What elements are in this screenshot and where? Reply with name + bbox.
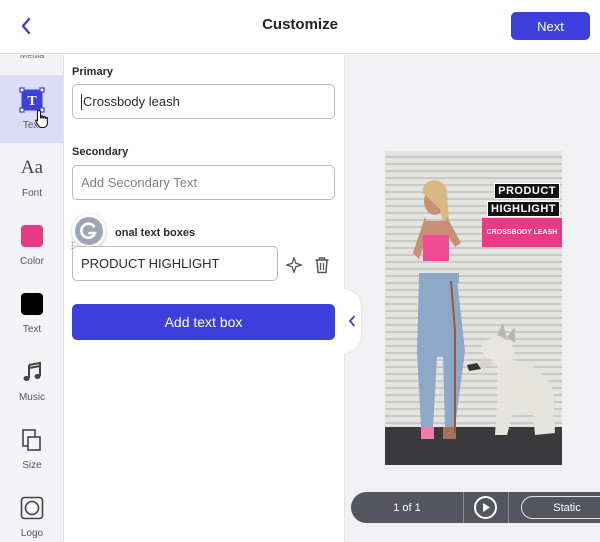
color-swatch xyxy=(19,223,45,249)
static-mode-toggle[interactable]: Static xyxy=(521,496,600,519)
secondary-placeholder: Add Secondary Text xyxy=(81,175,198,190)
rail-item-size[interactable]: Size xyxy=(0,415,63,483)
rail-item-label: Music xyxy=(18,392,46,403)
text-settings-panel: Primary Crossbody leash Secondary Add Se… xyxy=(65,55,343,542)
rail-item-text-color[interactable]: Text xyxy=(0,279,63,347)
play-button[interactable] xyxy=(474,496,497,519)
trash-icon xyxy=(315,257,329,274)
chevron-left-icon xyxy=(348,315,355,327)
overlay-line-2: HIGHLIGHT xyxy=(487,201,560,217)
delete-button[interactable] xyxy=(312,255,332,275)
primary-text-input[interactable]: Crossbody leash xyxy=(72,84,335,119)
rail-item-logo[interactable]: Logo xyxy=(0,483,63,542)
rail-item-label: Size xyxy=(22,460,42,471)
additional-text-value: PRODUCT HIGHLIGHT xyxy=(81,256,220,271)
rail-item-label: Font xyxy=(21,188,42,199)
rail-item-label: Logo xyxy=(20,528,44,539)
hand-cursor-icon xyxy=(35,109,48,129)
grammarly-icon[interactable] xyxy=(72,214,106,248)
top-bar: Customize Next xyxy=(0,0,600,54)
additional-text-boxes-label: onal text boxes xyxy=(115,227,196,239)
rail-item-label: Text xyxy=(22,324,42,335)
product-highlight-overlay[interactable]: PRODUCT HIGHLIGHT xyxy=(487,183,560,219)
playbar-divider xyxy=(508,492,509,523)
rail-item-text[interactable]: T Text xyxy=(0,75,63,143)
rail-item-media-label: Media xyxy=(19,55,45,60)
primary-text-overlay[interactable]: CROSSBODY LEASH xyxy=(482,218,562,247)
sparkle-icon xyxy=(285,256,303,274)
primary-label: Primary xyxy=(72,66,113,78)
collapse-panel-button[interactable] xyxy=(343,289,361,353)
text-color-swatch xyxy=(19,291,45,317)
text-caret xyxy=(81,93,82,110)
playbar-divider xyxy=(463,492,464,523)
music-note-icon xyxy=(19,359,45,385)
size-icon xyxy=(19,427,45,453)
rail-item-music[interactable]: Music xyxy=(0,347,63,415)
rail-item-color[interactable]: Color xyxy=(0,211,63,279)
overlay-line-1: PRODUCT xyxy=(494,183,560,199)
rail-item-font[interactable]: Aa Font xyxy=(0,143,63,211)
svg-text:T: T xyxy=(27,94,37,109)
secondary-text-input[interactable]: Add Secondary Text xyxy=(72,165,335,200)
additional-text-input[interactable]: PRODUCT HIGHLIGHT xyxy=(72,246,278,281)
font-icon: Aa xyxy=(20,157,44,178)
playback-bar: 1 of 1 Static xyxy=(351,492,600,523)
secondary-label: Secondary xyxy=(72,146,129,158)
next-button[interactable]: Next xyxy=(511,12,590,40)
tool-rail: Media T Text Aa Font Color Text Music Si… xyxy=(0,55,64,542)
play-icon xyxy=(482,503,490,512)
primary-text-value: Crossbody leash xyxy=(83,94,180,109)
add-text-box-button[interactable]: Add text box xyxy=(72,304,335,340)
video-preview-canvas[interactable]: PRODUCT HIGHLIGHT CROSSBODY LEASH xyxy=(385,151,562,465)
rail-item-label: Color xyxy=(20,256,44,267)
sparkle-button[interactable] xyxy=(284,255,304,275)
logo-icon xyxy=(19,495,45,521)
preview-area: PRODUCT HIGHLIGHT CROSSBODY LEASH 1 of 1… xyxy=(343,55,600,542)
page-title: Customize xyxy=(262,16,338,33)
page-indicator: 1 of 1 xyxy=(393,501,421,514)
